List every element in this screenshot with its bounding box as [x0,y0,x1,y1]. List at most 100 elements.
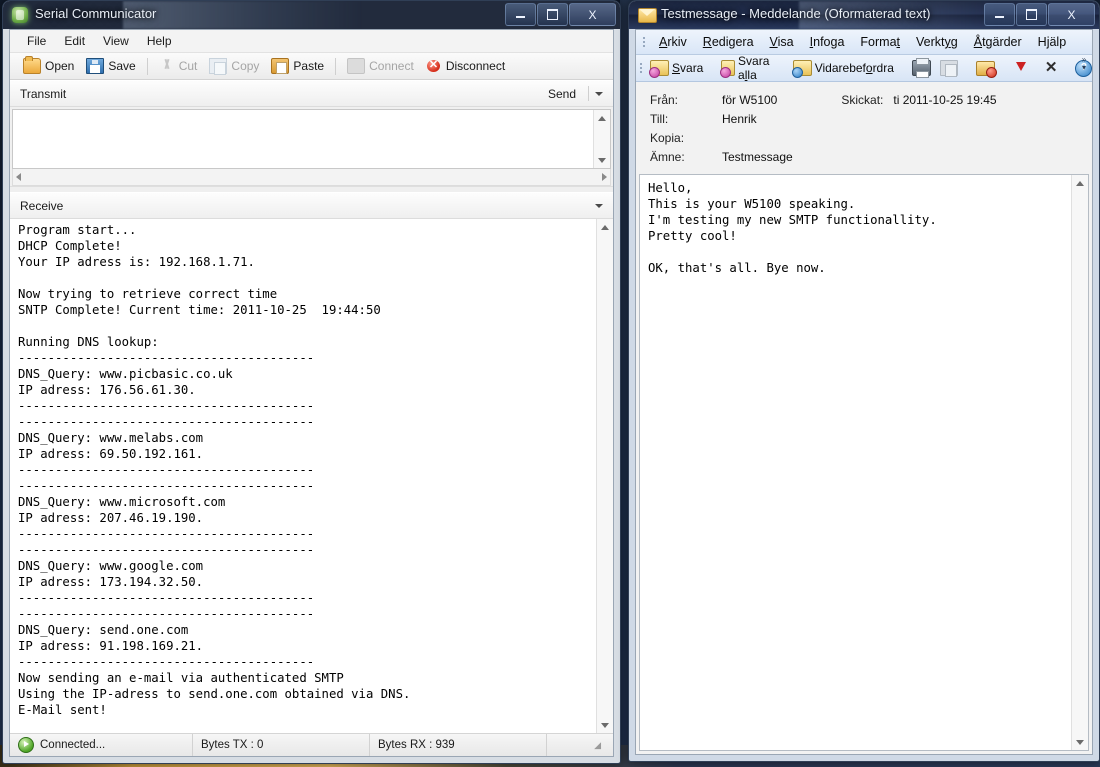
delete-button[interactable]: ✕ [1041,60,1062,76]
mail-body-vertical-scrollbar[interactable] [1071,175,1088,750]
serial-communicator-window[interactable]: Serial Communicator X File Edit View Hel… [2,0,621,764]
menu-atgarder[interactable]: Åtgärder [966,32,1030,52]
transmit-chevron-down-icon[interactable] [595,92,603,96]
transmit-scroll-up-icon[interactable] [594,110,610,126]
forward-button[interactable]: Vidarebefordra [789,59,898,77]
maximize-button[interactable] [537,3,568,26]
menu-help[interactable]: Help [138,32,181,50]
menu-verktyg-label-2: g [951,35,958,49]
send-button[interactable]: Send [542,87,582,101]
mail-message-window[interactable]: Testmessage - Meddelande (Oformaterad te… [628,0,1100,762]
subject-value: Testmessage [722,150,793,164]
menu-redigera-mnemonic: R [703,35,712,49]
resize-grip-icon[interactable]: ◢ [594,740,602,751]
serial-toolbar[interactable]: Open Save Cut Copy Paste Connec [10,53,613,80]
reply-all-button[interactable]: Svara alla [717,53,778,83]
scissors-icon [159,59,175,73]
mail-body-text: Hello, This is your W5100 speaking. I'm … [648,180,1068,276]
status-bytes-rx: Bytes RX : 939 [370,734,547,756]
menu-redigera[interactable]: Redigera [695,32,762,52]
disconnect-button[interactable]: Disconnect [421,58,510,74]
receive-scroll-down-icon[interactable] [597,717,613,733]
mail-minimize-button[interactable] [984,3,1015,26]
serial-menubar[interactable]: File Edit View Help [10,30,613,53]
receive-textarea[interactable]: Program start... DHCP Complete! Your IP … [10,219,613,733]
toolbar-grip-icon[interactable] [640,60,642,76]
mail-client-area: Arkiv Redigera Visa Infoga Format Verkty… [635,29,1093,755]
menu-visa[interactable]: Visa [762,32,802,52]
transmit-scroll-left-icon[interactable] [16,173,21,181]
receive-log-text: Program start... DHCP Complete! Your IP … [18,222,595,718]
serial-window-controls[interactable]: X [504,3,616,26]
mail-scroll-down-icon[interactable] [1072,734,1088,750]
mail-toolbar[interactable]: Svara Svara alla Vidarebefordra ✕ ? [636,55,1092,82]
sent-label: Skickat: [841,93,893,107]
menubar-grip-icon[interactable] [640,34,648,50]
save-button[interactable]: Save [81,57,140,75]
mail-titlebar[interactable]: Testmessage - Meddelande (Oformaterad te… [629,1,1099,29]
paste-button[interactable]: Paste [266,57,329,75]
menu-format[interactable]: Format [852,32,908,52]
receive-chevron-down-icon[interactable] [595,204,603,208]
reply-all-icon [721,60,735,76]
open-button[interactable]: Open [18,57,79,75]
status-connection-label: Connected... [40,739,105,751]
cc-label: Kopia: [650,131,722,145]
receive-vertical-scrollbar[interactable] [596,219,613,733]
transmit-horizontal-scrollbar[interactable] [12,169,611,186]
mail-header-fields: Från: för W5100 Skickat: ti 2011-10-25 1… [636,82,1092,172]
close-icon: X [588,9,596,21]
serial-statusbar: Connected... Bytes TX : 0 Bytes RX : 939… [10,733,613,756]
menu-verktyg-label: Verkt [916,35,945,49]
menu-file[interactable]: File [18,32,55,50]
toolbar-overflow-icon[interactable]: »▾ [1078,56,1090,72]
menu-format-label: Forma [860,35,896,49]
print-button[interactable] [908,59,935,77]
menu-arkiv-label: rkiv [667,35,686,49]
menu-verktyg[interactable]: Verktyg [908,32,966,52]
copy-icon [940,60,958,76]
copy-to-button [936,59,962,77]
menu-hjalp[interactable]: Hjälp [1030,32,1075,52]
transmit-scroll-right-icon[interactable] [602,173,607,181]
cut-button: Cut [154,58,203,74]
transmit-panel-header: Transmit Send [10,80,613,107]
mail-menubar[interactable]: Arkiv Redigera Visa Infoga Format Verkty… [636,30,1092,55]
menu-infoga-label: nfoga [813,35,844,49]
from-label: Från: [650,93,722,107]
disconnect-button-label: Disconnect [446,59,505,73]
reply-all-label-post: la [747,68,756,82]
mail-scroll-up-icon[interactable] [1072,175,1088,191]
receive-scroll-up-icon[interactable] [597,219,613,235]
close-button[interactable]: X [569,3,616,26]
menu-view[interactable]: View [94,32,138,50]
copy-button: Copy [204,57,264,75]
subject-label: Ämne: [650,150,722,164]
mail-body-area[interactable]: Hello, This is your W5100 speaking. I'm … [639,174,1089,751]
cut-button-label: Cut [179,59,198,73]
mail-window-controls[interactable]: X [983,3,1095,26]
menu-format-mnemonic: t [897,35,900,49]
titlebar-glass-blur [123,1,363,29]
connect-button: Connect [342,57,419,75]
envelope-icon [638,8,657,23]
transmit-scroll-down-icon[interactable] [594,152,610,168]
transmit-vertical-scrollbar[interactable] [593,110,610,168]
forward-icon [793,60,812,76]
maximize-icon [1026,9,1037,20]
close-icon: X [1067,9,1075,21]
minimize-button[interactable] [505,3,536,26]
move-to-folder-button[interactable] [972,60,999,77]
forward-label-post: rdra [873,61,894,75]
maximize-icon [547,9,558,20]
mail-close-button[interactable]: X [1048,3,1095,26]
mail-maximize-button[interactable] [1016,3,1047,26]
menu-arkiv[interactable]: Arkiv [651,32,695,52]
flag-button[interactable] [1009,60,1031,76]
serial-titlebar[interactable]: Serial Communicator X [3,1,620,29]
menu-edit[interactable]: Edit [55,32,94,50]
header-row-from: Från: för W5100 Skickat: ti 2011-10-25 1… [636,90,1092,109]
transmit-textarea[interactable] [12,109,611,169]
reply-button[interactable]: Svara [646,59,707,77]
menu-infoga[interactable]: Infoga [802,32,853,52]
